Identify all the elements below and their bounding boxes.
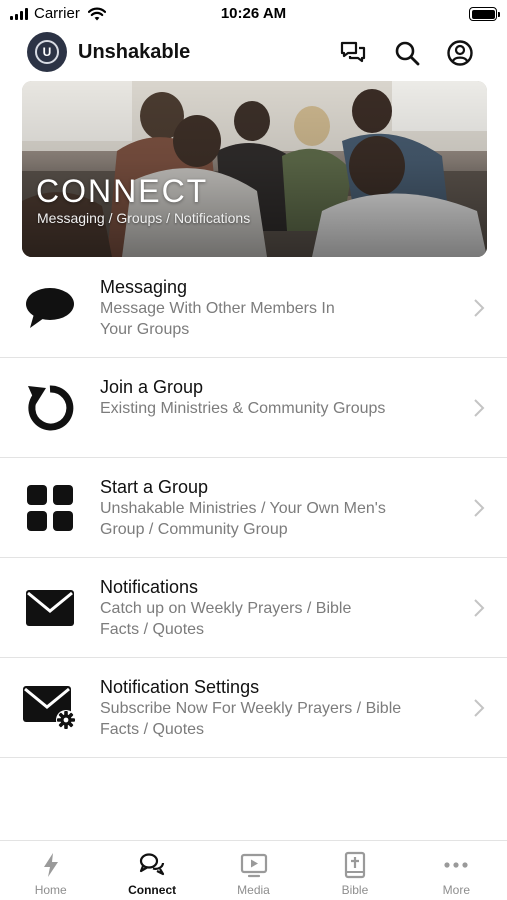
menu-item-notification-settings[interactable]: Notification Settings Subscribe Now For … — [0, 658, 507, 758]
tab-label: Home — [34, 883, 67, 897]
tab-label: Connect — [128, 883, 177, 897]
refresh-arrow-icon — [20, 378, 80, 438]
cellular-signal-icon — [10, 7, 28, 20]
chat-bubbles-icon — [140, 853, 165, 876]
chevron-right-icon — [474, 499, 485, 517]
envelope-icon — [20, 578, 80, 638]
avatar-letter: U — [35, 40, 59, 64]
bible-icon — [344, 851, 366, 879]
tab-more[interactable]: More — [406, 841, 507, 900]
app-logo-avatar[interactable]: U — [27, 32, 67, 72]
chevron-right-icon — [474, 399, 485, 417]
menu-description-line2: Your Groups — [100, 321, 190, 338]
tab-home[interactable]: Home — [0, 841, 101, 900]
menu-item-messaging[interactable]: Messaging Message With Other Members In … — [0, 258, 507, 358]
tab-bible[interactable]: Bible — [304, 841, 405, 900]
menu-description-line1: Subscribe Now For Weekly Prayers / Bible — [100, 700, 402, 717]
menu-title: Notifications — [100, 577, 199, 597]
speech-bubble-icon — [20, 278, 80, 338]
menu-title: Messaging — [100, 277, 188, 297]
menu-title: Join a Group — [100, 377, 204, 397]
menu-item-notifications[interactable]: Notifications Catch up on Weekly Prayers… — [0, 558, 507, 658]
play-screen-icon — [240, 853, 267, 878]
envelope-gear-icon — [20, 678, 80, 738]
menu-description-line1: Unshakable Ministries / Your Own Men's — [100, 500, 386, 517]
chevron-right-icon — [474, 699, 485, 717]
menu-description-line2: Facts / Quotes — [100, 621, 205, 638]
menu-title: Notification Settings — [100, 677, 260, 697]
tab-label: More — [442, 883, 470, 897]
menu-item-join-group[interactable]: Join a Group Existing Ministries & Commu… — [0, 358, 507, 458]
chevron-right-icon — [474, 299, 485, 317]
tab-label: Bible — [341, 883, 369, 897]
status-bar: Carrier 10:26 AM — [0, 0, 507, 28]
menu-description-line1: Catch up on Weekly Prayers / Bible — [100, 600, 352, 617]
grid-icon — [20, 478, 80, 538]
banner-title: CONNECT — [36, 173, 209, 209]
status-left: Carrier — [10, 5, 106, 22]
banner-subtitle: Messaging / Groups / Notifications — [37, 210, 251, 226]
battery-icon — [469, 7, 500, 21]
carrier-name: Carrier — [34, 5, 80, 22]
chevron-right-icon — [474, 599, 485, 617]
bottom-tab-bar: Home Connect Media Bible More — [0, 840, 507, 900]
menu-title: Start a Group — [100, 477, 209, 497]
connect-banner: CONNECT Messaging / Groups / Notificatio… — [22, 81, 487, 257]
more-dots-icon — [444, 862, 468, 868]
app-header: U Unshakable — [0, 32, 507, 74]
menu-description-line1: Existing Ministries & Community Groups — [100, 400, 386, 417]
tab-label: Media — [237, 883, 270, 897]
messages-icon[interactable] — [339, 39, 367, 67]
tab-connect[interactable]: Connect — [101, 841, 202, 900]
menu-description-line2: Facts / Quotes — [100, 721, 205, 738]
menu-description-line1: Message With Other Members In — [100, 300, 335, 317]
menu-description-line2: Group / Community Group — [100, 521, 288, 538]
menu-item-start-group[interactable]: Start a Group Unshakable Ministries / Yo… — [0, 458, 507, 558]
app-title: Unshakable — [78, 41, 191, 63]
tab-media[interactable]: Media — [203, 841, 304, 900]
lightning-icon — [43, 853, 58, 877]
connect-menu-list: Messaging Message With Other Members In … — [0, 258, 507, 758]
wifi-icon — [87, 7, 106, 20]
profile-icon[interactable] — [446, 39, 474, 67]
search-icon[interactable] — [393, 39, 421, 67]
